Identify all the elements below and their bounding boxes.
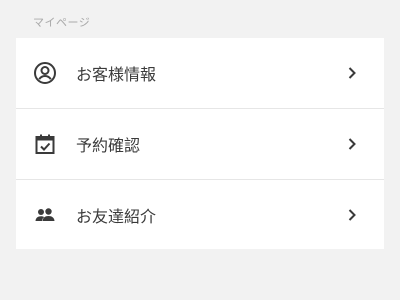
chevron-right-icon	[345, 208, 359, 222]
mypage-menu-card: お客様情報 予約確認 お友達紹介	[16, 38, 384, 249]
people-icon	[33, 203, 57, 227]
chevron-right-icon	[345, 137, 359, 151]
menu-item-friend-referral[interactable]: お友達紹介	[16, 179, 384, 250]
account-circle-icon	[33, 61, 57, 85]
menu-item-label: お客様情報	[76, 65, 157, 84]
section-title: マイページ	[33, 16, 91, 29]
menu-item-customer-info[interactable]: お客様情報	[16, 38, 384, 108]
calendar-check-icon	[33, 132, 57, 156]
menu-item-label: お友達紹介	[76, 207, 157, 226]
menu-item-label: 予約確認	[76, 136, 141, 155]
menu-item-reservation-check[interactable]: 予約確認	[16, 108, 384, 179]
chevron-right-icon	[345, 66, 359, 80]
